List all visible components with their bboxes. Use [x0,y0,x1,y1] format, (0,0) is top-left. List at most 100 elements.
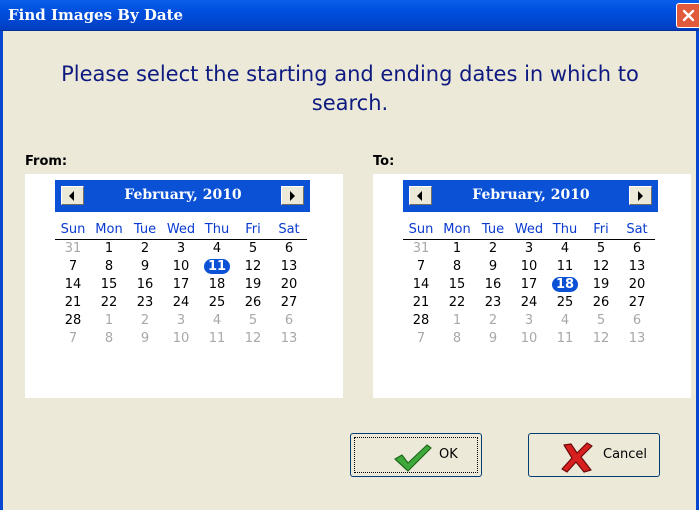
day-cell[interactable]: 13 [619,258,655,276]
day-cell[interactable]: 31 [403,240,439,258]
day-cell[interactable]: 5 [235,240,271,258]
day-cell[interactable]: 17 [163,276,199,294]
day-cell[interactable]: 15 [439,276,475,294]
day-cell[interactable]: 31 [55,240,91,258]
day-cell[interactable]: 13 [271,258,307,276]
day-cell[interactable]: 20 [619,276,655,294]
day-cell[interactable]: 10 [511,258,547,276]
day-number: 28 [64,313,82,328]
day-cell[interactable]: 18 [199,276,235,294]
day-cell[interactable]: 14 [403,276,439,294]
day-cell[interactable]: 3 [163,240,199,258]
day-cell[interactable]: 26 [583,294,619,312]
to-next-month-button[interactable] [629,186,652,205]
day-number: 6 [632,241,642,256]
day-cell[interactable]: 5 [235,312,271,330]
day-cell[interactable]: 21 [403,294,439,312]
day-cell[interactable]: 2 [127,312,163,330]
day-cell[interactable]: 24 [511,294,547,312]
day-cell[interactable]: 5 [583,240,619,258]
day-cell[interactable]: 7 [403,258,439,276]
day-cell[interactable]: 9 [475,258,511,276]
from-selected-day[interactable]: 11 [199,258,235,276]
day-cell[interactable]: 14 [55,276,91,294]
day-cell[interactable]: 23 [127,294,163,312]
day-cell[interactable]: 21 [55,294,91,312]
day-cell[interactable]: 6 [619,240,655,258]
day-cell[interactable]: 15 [91,276,127,294]
day-cell[interactable]: 4 [199,312,235,330]
to-selected-day[interactable]: 18 [547,276,583,294]
day-cell[interactable]: 11 [547,258,583,276]
day-cell[interactable]: 25 [547,294,583,312]
day-cell[interactable]: 11 [199,330,235,348]
day-cell[interactable]: 19 [235,276,271,294]
day-cell[interactable]: 12 [583,330,619,348]
cancel-button[interactable]: Cancel [528,433,660,477]
day-cell[interactable]: 16 [127,276,163,294]
day-cell[interactable]: 8 [91,330,127,348]
day-cell[interactable]: 9 [127,258,163,276]
day-cell[interactable]: 7 [55,330,91,348]
day-cell[interactable]: 2 [127,240,163,258]
day-cell[interactable]: 4 [547,312,583,330]
day-cell[interactable]: 20 [271,276,307,294]
day-cell[interactable]: 3 [511,312,547,330]
day-cell[interactable]: 25 [199,294,235,312]
ok-button[interactable]: OK [350,433,482,477]
from-week-row: 14 15 16 17 18 19 20 [55,276,307,294]
day-cell[interactable]: 22 [439,294,475,312]
day-number: 2 [488,241,498,256]
day-number: 4 [560,241,570,256]
day-cell[interactable]: 17 [511,276,547,294]
close-button[interactable] [676,3,699,28]
day-cell[interactable]: 2 [475,240,511,258]
day-cell[interactable]: 22 [91,294,127,312]
weekday-label: Mon [443,222,471,237]
from-next-month-button[interactable] [281,186,304,205]
from-prev-month-button[interactable] [61,186,84,205]
day-cell[interactable]: 10 [511,330,547,348]
day-cell[interactable]: 8 [91,258,127,276]
day-cell[interactable]: 12 [235,330,271,348]
day-cell[interactable]: 16 [475,276,511,294]
day-cell[interactable]: 13 [619,330,655,348]
to-prev-month-button[interactable] [409,186,432,205]
day-cell[interactable]: 23 [475,294,511,312]
day-number: 1 [104,313,114,328]
day-cell[interactable]: 19 [583,276,619,294]
day-cell[interactable]: 8 [439,330,475,348]
day-cell[interactable]: 28 [403,312,439,330]
day-cell[interactable]: 7 [55,258,91,276]
day-cell[interactable]: 13 [271,330,307,348]
day-cell[interactable]: 9 [475,330,511,348]
day-cell[interactable]: 1 [91,240,127,258]
day-cell[interactable]: 11 [547,330,583,348]
day-cell[interactable]: 4 [199,240,235,258]
day-cell[interactable]: 6 [271,312,307,330]
day-cell[interactable]: 3 [511,240,547,258]
day-number: 12 [244,259,262,274]
day-cell[interactable]: 3 [163,312,199,330]
day-cell[interactable]: 6 [271,240,307,258]
day-cell[interactable]: 27 [271,294,307,312]
day-cell[interactable]: 10 [163,258,199,276]
day-cell[interactable]: 4 [547,240,583,258]
day-cell[interactable]: 10 [163,330,199,348]
day-cell[interactable]: 9 [127,330,163,348]
day-cell[interactable]: 8 [439,258,475,276]
day-cell[interactable]: 24 [163,294,199,312]
day-cell[interactable]: 26 [235,294,271,312]
day-cell[interactable]: 28 [55,312,91,330]
day-cell[interactable]: 1 [439,312,475,330]
day-cell[interactable]: 12 [235,258,271,276]
day-cell[interactable]: 5 [583,312,619,330]
day-cell[interactable]: 1 [91,312,127,330]
weekday-label: Fri [593,222,609,237]
day-cell[interactable]: 12 [583,258,619,276]
day-cell[interactable]: 7 [403,330,439,348]
day-cell[interactable]: 27 [619,294,655,312]
day-cell[interactable]: 2 [475,312,511,330]
day-cell[interactable]: 6 [619,312,655,330]
day-cell[interactable]: 1 [439,240,475,258]
